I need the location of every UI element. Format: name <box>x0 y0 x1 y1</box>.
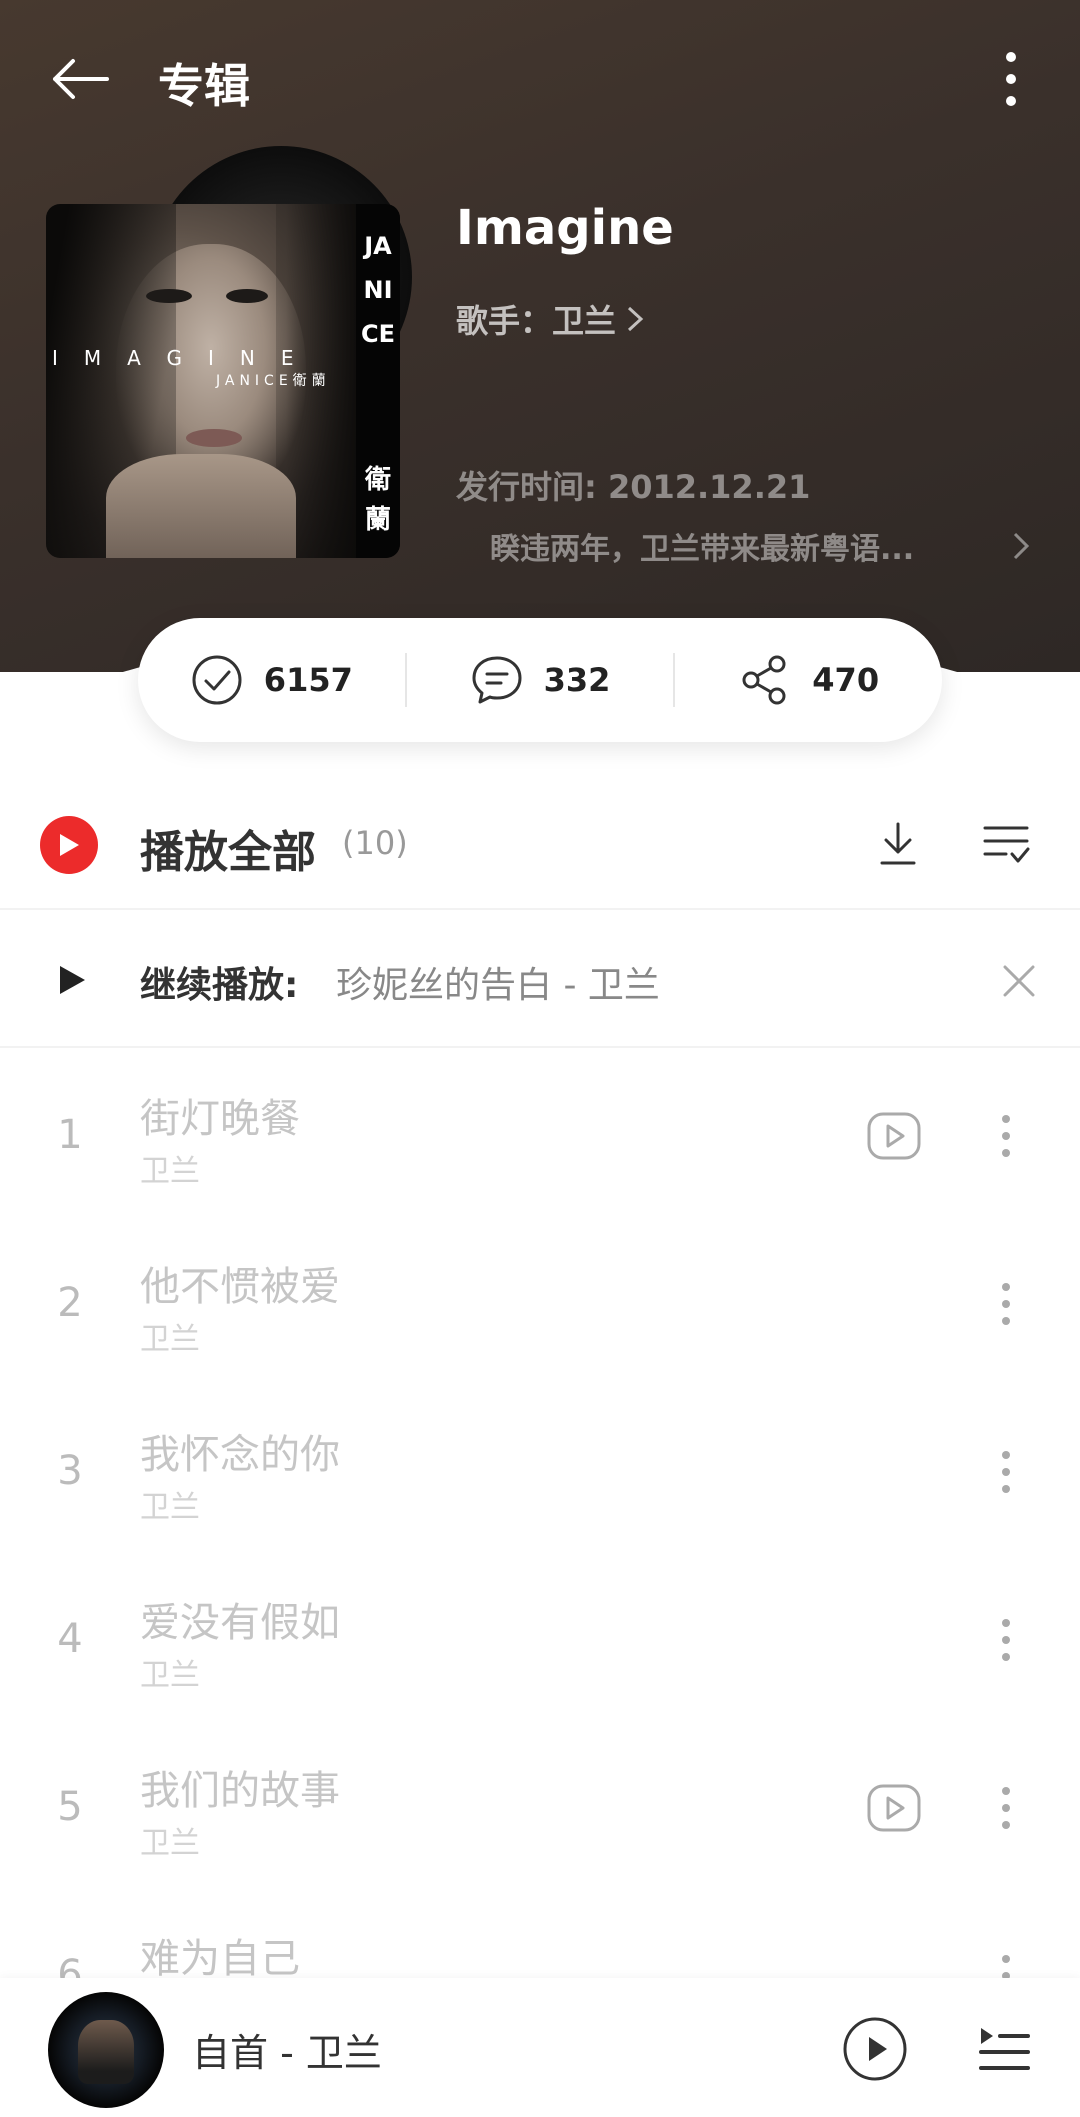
more-vertical-icon <box>1002 1115 1010 1157</box>
track-number: 3 <box>57 1448 83 1494</box>
album-cover[interactable]: IMAGINE JANICE衛蘭 JANICE 衛蘭 <box>46 204 400 558</box>
playlist-icon <box>979 2028 1030 2070</box>
chevron-right-icon <box>1013 532 1030 560</box>
collect-button[interactable]: 6157 <box>138 618 405 742</box>
play-circle-icon[interactable] <box>40 816 98 874</box>
multi-select-button[interactable] <box>976 814 1036 874</box>
track-title: 我们的故事 <box>140 1768 340 1814</box>
track-number: 4 <box>57 1616 83 1662</box>
track-row[interactable]: 2 他不惯被爱 卫兰 <box>0 1216 1080 1384</box>
cover-subtitle-text: JANICE衛蘭 <box>216 373 331 389</box>
cover-title-text: IMAGINE <box>52 346 320 370</box>
more-vertical-icon <box>1002 1787 1010 1829</box>
track-title: 街灯晚餐 <box>140 1096 300 1142</box>
now-playing-title: 自首 - 卫兰 <box>192 2031 382 2075</box>
release-date: 发行时间: 2012.12.21 <box>456 468 811 506</box>
track-title: 爱没有假如 <box>140 1600 340 1646</box>
download-button[interactable] <box>868 814 928 874</box>
track-row[interactable]: 1 街灯晚餐 卫兰 <box>0 1048 1080 1216</box>
close-icon <box>1003 965 1035 997</box>
download-icon <box>880 822 916 865</box>
track-more-button[interactable] <box>986 1444 1026 1500</box>
play-icon <box>52 960 92 1000</box>
more-vertical-icon <box>1006 52 1016 106</box>
album-description: 睽违两年，卫兰带来最新粤语... <box>490 532 915 567</box>
track-title: 他不惯被爱 <box>140 1264 340 1310</box>
track-artist: 卫兰 <box>140 1826 200 1861</box>
album-header: 专辑 IMAGINE JANICE衛蘭 JANICE 衛蘭 Imagine 歌手… <box>0 0 1080 820</box>
track-artist: 卫兰 <box>140 1658 200 1693</box>
chevron-right-icon <box>628 306 644 332</box>
comments-button[interactable]: 332 <box>407 618 674 742</box>
mv-button[interactable] <box>864 1108 924 1164</box>
track-more-button[interactable] <box>986 1276 1026 1332</box>
track-artist: 卫兰 <box>140 1322 200 1357</box>
track-row[interactable]: 5 我们的故事 卫兰 <box>0 1720 1080 1888</box>
cover-chinese-text: 衛蘭 <box>364 465 391 535</box>
track-more-button[interactable] <box>986 1780 1026 1836</box>
video-play-icon <box>867 1112 921 1160</box>
track-title: 我怀念的你 <box>140 1432 340 1478</box>
track-row[interactable]: 4 爱没有假如 卫兰 <box>0 1552 1080 1720</box>
singer-link[interactable]: 歌手：卫兰 <box>456 296 644 342</box>
mv-button[interactable] <box>864 1780 924 1836</box>
track-number: 1 <box>57 1112 83 1158</box>
share-button[interactable]: 470 <box>675 618 942 742</box>
album-description-link[interactable]: 睽违两年，卫兰带来最新粤语... <box>456 522 1036 570</box>
more-vertical-icon <box>1002 1619 1010 1661</box>
share-count: 470 <box>812 661 880 699</box>
continue-song: 珍妮丝的告白 - 卫兰 <box>336 965 660 1006</box>
track-more-button[interactable] <box>986 1612 1026 1668</box>
track-artist: 卫兰 <box>140 1490 200 1525</box>
share-icon <box>738 653 792 707</box>
play-circle-icon <box>843 2017 907 2081</box>
more-vertical-icon <box>1002 1283 1010 1325</box>
singer-label: 歌手：卫兰 <box>456 302 617 340</box>
track-number: 2 <box>57 1280 83 1326</box>
track-row[interactable]: 3 我怀念的你 卫兰 <box>0 1384 1080 1552</box>
more-options-button[interactable] <box>986 44 1036 114</box>
play-all-label: 播放全部 <box>140 827 316 878</box>
comment-icon <box>470 653 524 707</box>
collect-count: 6157 <box>263 661 353 699</box>
top-bar: 专辑 <box>0 30 1080 130</box>
playlist-button[interactable] <box>974 2018 1034 2078</box>
comment-count: 332 <box>543 661 611 699</box>
list-check-icon <box>983 826 1030 863</box>
play-pause-button[interactable] <box>840 2014 910 2084</box>
track-count: (10) <box>342 824 408 862</box>
more-vertical-icon <box>1002 1451 1010 1493</box>
track-more-button[interactable] <box>986 1108 1026 1164</box>
continue-playing-row[interactable]: 继续播放: 珍妮丝的告白 - 卫兰 <box>0 912 1080 1048</box>
check-circle-icon <box>190 653 244 707</box>
video-play-icon <box>867 1784 921 1832</box>
now-playing-cover[interactable] <box>48 1992 164 2108</box>
play-all-row[interactable]: 播放全部 (10) <box>0 780 1080 910</box>
arrow-left-icon <box>53 59 109 99</box>
track-title: 难为自己 <box>140 1936 300 1982</box>
track-list: 1 街灯晚餐 卫兰 2 他不惯被爱 卫兰 3 我怀念的你 卫兰 4 爱没有假如 … <box>0 1048 1080 2056</box>
album-name: Imagine <box>456 200 674 256</box>
stats-bar: 6157 332 470 <box>138 618 942 742</box>
back-button[interactable] <box>44 44 114 114</box>
close-button[interactable] <box>994 956 1044 1006</box>
continue-label: 继续播放: <box>140 965 299 1006</box>
page-title: 专辑 <box>158 59 250 113</box>
mini-player[interactable]: 自首 - 卫兰 <box>0 1978 1080 2117</box>
cover-vertical-text: JANICE <box>360 232 395 348</box>
track-number: 5 <box>57 1784 83 1830</box>
track-artist: 卫兰 <box>140 1154 200 1189</box>
